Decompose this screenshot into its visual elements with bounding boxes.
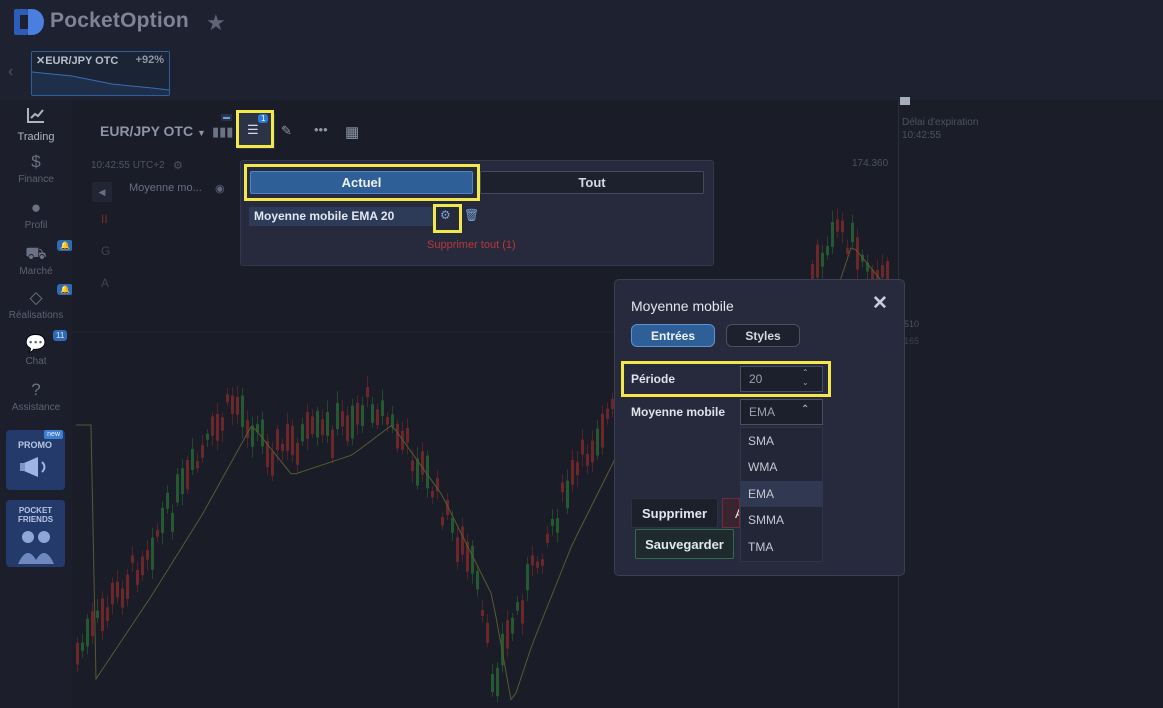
right-panel [898, 100, 1163, 708]
highlight-box [244, 164, 480, 201]
more-options-icon[interactable]: ••• [314, 122, 328, 137]
collapse-left-icon[interactable]: ◀ [92, 182, 112, 202]
scroll-left-icon[interactable]: ‹ [8, 63, 13, 81]
tab-entrees[interactable]: Entrées [631, 324, 715, 347]
layout-grid-icon[interactable]: ▦ [345, 123, 359, 141]
megaphone-icon [20, 457, 46, 477]
pair-selector[interactable]: EUR/JPY OTC ▼ [100, 123, 206, 139]
sidebar-item-profil[interactable]: ● Profil [0, 198, 72, 231]
notification-badge-icon: 🔔 [57, 240, 73, 251]
favorite-star-icon[interactable]: ★ [206, 10, 226, 36]
indicator-settings-gear-icon[interactable]: ⚙ [440, 208, 451, 222]
promo-label: PROMO [18, 440, 53, 450]
chevron-down-icon: ▼ [197, 128, 206, 138]
sliders-icon: ☰ [247, 122, 259, 137]
asset-tab[interactable]: ✕EUR/JPY OTC +92% [31, 51, 170, 96]
eye-icon[interactable]: ◉ [215, 182, 225, 195]
sidebar-item-marche[interactable]: ⛟ Marché 🔔 [0, 240, 73, 277]
logo-icon [14, 9, 44, 35]
sidebar-item-label: Chat [25, 356, 47, 367]
sidebar-item-realisations[interactable]: ◇ Réalisations 🔔 [0, 284, 73, 321]
tab-tout[interactable]: Tout [480, 171, 704, 194]
sidebar-item-trading[interactable]: Trading [0, 106, 72, 143]
stepper-arrows-icon[interactable]: ⌃ ⌄ [802, 368, 809, 388]
dropdown-option-ema[interactable]: EMA [740, 481, 823, 507]
help-icon: ? [31, 380, 41, 399]
chevron-up-icon: ⌃ [801, 404, 810, 415]
dropdown-option-wma[interactable]: WMA [740, 454, 823, 480]
side-tool-icon[interactable]: II [101, 212, 108, 226]
apply-button[interactable]: A [722, 498, 740, 528]
sidebar-item-label: Profil [24, 220, 48, 231]
delete-button[interactable]: Supprimer [631, 498, 718, 528]
chart-type-badge-icon: ▬ [221, 114, 232, 121]
pocket-friends-banner[interactable]: POCKET FRIENDS [6, 500, 65, 567]
period-input[interactable] [740, 366, 823, 392]
delete-all-link[interactable]: Supprimer tout (1) [427, 239, 516, 251]
chart-time: 10:42:55 UTC+2 [91, 160, 165, 171]
sidebar-item-label: Marché [19, 266, 53, 277]
indicator-item[interactable]: Moyenne mobile EMA 20 [249, 207, 435, 226]
promo-banner[interactable]: PROMO new [6, 430, 65, 490]
side-tool-icon[interactable]: G [101, 244, 110, 258]
flag-icon [900, 97, 910, 105]
gear-icon[interactable]: ⚙ [173, 159, 183, 172]
sidebar-item-label: Réalisations [8, 310, 64, 321]
user-icon: ● [30, 198, 42, 217]
side-tool-icon[interactable]: A [101, 276, 109, 290]
sidebar-item-finance[interactable]: $ Finance [0, 152, 72, 185]
dollar-icon: $ [31, 152, 41, 171]
chart-line-icon [27, 108, 44, 123]
dialog-title: Moyenne mobile [631, 298, 734, 314]
dropdown-option-tma[interactable]: TMA [740, 534, 823, 560]
expiry-info: Délai d'expiration 10:42:55 [902, 116, 978, 142]
period-label: Période [631, 372, 676, 386]
price-label-mid-2: 165 [904, 336, 920, 346]
asset-tab-sparkline [32, 71, 169, 95]
notification-badge-icon: 🔔 [57, 284, 73, 295]
sidebar-item-label: Assistance [11, 402, 61, 413]
expiry-label: Délai d'expiration [902, 117, 979, 128]
expiry-time: 10:42:55 [902, 130, 941, 141]
ma-type-label: Moyenne mobile [631, 405, 726, 419]
chart-type-icon[interactable]: ▮▮▮ [212, 124, 233, 140]
save-button[interactable]: Sauvegarder [635, 529, 734, 559]
trash-icon[interactable]: 🗑 [464, 208, 479, 222]
sidebar-item-chat[interactable]: 💬 Chat 11 [0, 330, 72, 367]
dropdown-option-smma[interactable]: SMMA [740, 507, 823, 533]
indicators-button[interactable]: ☰ 1 [236, 110, 275, 149]
dropdown-option-sma[interactable]: SMA [740, 428, 823, 454]
friends-label: POCKET FRIENDS [17, 506, 54, 524]
indicator-legend-label: Moyenne mo... [129, 182, 202, 194]
brand-name: PocketOption [50, 9, 189, 32]
chat-count-badge: 11 [53, 330, 68, 341]
indicators-count-badge: 1 [258, 114, 269, 123]
ma-type-select[interactable]: EMA [740, 399, 823, 425]
sidebar-item-label: Finance [18, 174, 54, 185]
friends-people-icon [18, 531, 54, 564]
price-label-top: 174.360 [852, 158, 889, 169]
sidebar-item-assistance[interactable]: ? Assistance [0, 380, 72, 413]
asset-tab-payout: +92% [135, 54, 164, 66]
drawing-brush-icon[interactable]: ✎ [281, 123, 292, 139]
sidebar-item-label: Trading [17, 131, 55, 143]
tab-styles[interactable]: Styles [726, 324, 800, 347]
close-icon[interactable]: ✕ [872, 292, 888, 315]
price-label-mid: 510 [904, 319, 920, 329]
new-badge: new [44, 430, 63, 439]
